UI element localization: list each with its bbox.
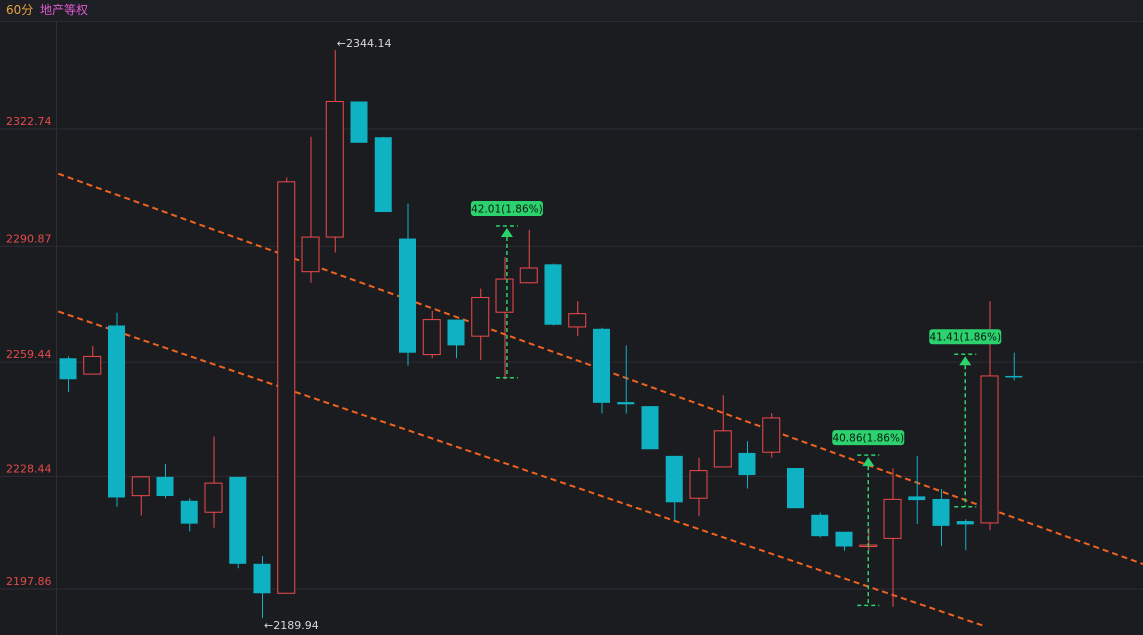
candle-body [325, 101, 344, 238]
candle-body [641, 406, 659, 450]
candle[interactable] [471, 288, 490, 361]
candle-body [471, 296, 490, 337]
y-tick-label: 2322.74 [6, 115, 52, 128]
candle[interactable] [593, 327, 610, 414]
candle[interactable] [811, 512, 829, 538]
candle[interactable] [1005, 352, 1023, 381]
candle-body [156, 476, 174, 497]
candle-body [253, 563, 271, 594]
candle-body [544, 264, 562, 325]
candle-body [980, 375, 999, 524]
candle[interactable] [738, 441, 756, 489]
candle[interactable] [956, 519, 974, 551]
candle[interactable] [131, 476, 150, 516]
candle[interactable] [883, 468, 902, 607]
candle[interactable] [447, 319, 465, 359]
candle-body [399, 238, 416, 353]
candle[interactable] [713, 395, 732, 468]
candle[interactable] [277, 177, 296, 594]
candle[interactable] [350, 101, 368, 143]
measure-label: 42.01(1.86%) [471, 204, 543, 216]
up-arrow-icon [959, 356, 972, 366]
candle[interactable] [787, 468, 804, 509]
candle[interactable] [325, 50, 344, 253]
candle-body [447, 319, 465, 346]
up-arrow-icon [862, 457, 875, 467]
candle[interactable] [519, 229, 538, 284]
measure-label: 41.41(1.86%) [929, 332, 1001, 344]
candle-body [762, 417, 781, 453]
range-measure[interactable]: 42.01(1.86%) [470, 201, 543, 379]
candle[interactable] [156, 463, 174, 499]
candle-body [689, 470, 708, 499]
candle[interactable] [932, 489, 950, 547]
candle-body [59, 358, 77, 380]
candle[interactable] [108, 312, 125, 507]
candle-body [180, 500, 198, 524]
candle[interactable] [229, 476, 247, 569]
candle-body [713, 430, 732, 468]
candle[interactable] [544, 263, 562, 326]
candle[interactable] [665, 455, 683, 520]
candle[interactable] [908, 455, 926, 525]
candle-body [374, 137, 392, 213]
candle-body [811, 514, 829, 537]
candle[interactable] [495, 256, 514, 380]
candle-body [422, 319, 441, 356]
candle-body [593, 328, 610, 403]
candle[interactable] [180, 498, 198, 532]
candle-body [787, 468, 804, 509]
candle-body [131, 476, 150, 497]
candle[interactable] [83, 346, 102, 375]
candle-body [738, 452, 756, 476]
candle[interactable] [689, 457, 708, 517]
trendline [57, 310, 983, 627]
candle-body [519, 267, 538, 284]
candlestick-chart[interactable]: 2322.74 2290.87 2259.44 2228.44 2197.86 ←2344… [0, 0, 1143, 635]
candle-body [204, 482, 223, 513]
candle-body [617, 402, 635, 405]
y-tick-label: 2290.87 [6, 232, 52, 245]
candle-body [229, 476, 247, 564]
candle[interactable] [253, 556, 271, 619]
candle-body [1005, 375, 1023, 378]
measure-label: 40.86(1.86%) [832, 433, 904, 445]
max-price-label: ←2344.14 [337, 37, 392, 50]
candle-body [883, 498, 902, 539]
candle-body [932, 498, 950, 526]
candle[interactable] [762, 413, 781, 458]
candle-body [495, 278, 514, 313]
candle-body [835, 531, 853, 547]
candle-body [956, 521, 974, 525]
candle[interactable] [399, 203, 416, 366]
up-arrow-icon [500, 228, 513, 238]
y-tick-label: 2197.86 [6, 575, 52, 588]
y-tick-label: 2228.44 [6, 462, 52, 475]
candle[interactable] [301, 136, 320, 283]
candle-body [568, 313, 587, 328]
candle[interactable] [374, 136, 392, 213]
candle-body [108, 325, 125, 498]
candle[interactable] [617, 345, 635, 414]
min-price-label: ←2189.94 [264, 619, 319, 632]
candle[interactable] [641, 406, 659, 450]
candle-body [908, 496, 926, 501]
candle-body [350, 101, 368, 143]
candle[interactable] [59, 356, 77, 393]
candle[interactable] [568, 301, 587, 337]
candle[interactable] [422, 310, 441, 359]
candle-body [277, 181, 296, 594]
candle[interactable] [204, 436, 223, 528]
candle-body [83, 355, 102, 375]
candle[interactable] [835, 531, 853, 551]
y-tick-label: 2259.44 [6, 348, 52, 361]
candle-body [301, 236, 320, 273]
candle-body [665, 455, 683, 503]
